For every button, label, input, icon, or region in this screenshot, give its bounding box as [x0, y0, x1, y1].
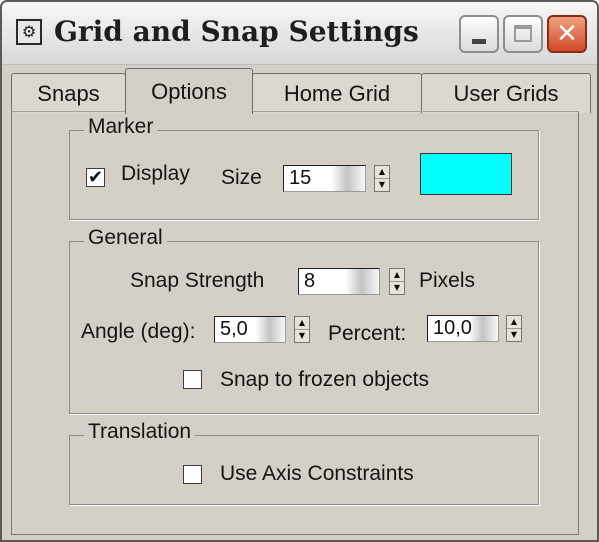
- tab-home-grid[interactable]: Home Grid: [252, 73, 422, 113]
- close-icon: ✕: [556, 19, 578, 49]
- tab-options[interactable]: Options: [125, 68, 253, 114]
- translation-group: Translation Use Axis Constraints: [69, 420, 539, 505]
- spin-up-icon[interactable]: ▲: [390, 269, 404, 282]
- spin-up-icon[interactable]: ▲: [295, 317, 309, 330]
- pixels-label: Pixels: [419, 269, 476, 292]
- tab-snaps[interactable]: Snaps: [11, 73, 126, 113]
- window-title: Grid and Snap Settings: [54, 15, 419, 48]
- display-checkbox[interactable]: ✔: [86, 168, 105, 187]
- title-bar[interactable]: ⚙ Grid and Snap Settings ✕: [2, 2, 597, 65]
- spin-down-icon[interactable]: ▼: [507, 329, 521, 341]
- grid-snap-settings-window: ⚙ Grid and Snap Settings ✕ Snaps Options…: [0, 0, 599, 542]
- snap-strength-label: Snap Strength: [130, 269, 265, 292]
- snap-frozen-label: Snap to frozen objects: [220, 368, 429, 391]
- tab-user-grids[interactable]: User Grids: [421, 73, 591, 113]
- minimize-icon: [472, 39, 486, 44]
- spin-down-icon[interactable]: ▼: [375, 179, 389, 191]
- angle-label: Angle (deg):: [81, 320, 196, 343]
- snap-strength-spinner[interactable]: ▲ ▼: [389, 268, 405, 295]
- translation-legend: Translation: [84, 420, 196, 444]
- percent-input[interactable]: 10,0: [427, 315, 499, 342]
- general-legend: General: [84, 226, 167, 250]
- spin-up-icon[interactable]: ▲: [375, 166, 389, 179]
- angle-spinner[interactable]: ▲ ▼: [294, 316, 310, 343]
- checkmark-icon: ✔: [87, 167, 104, 188]
- tab-strip: Snaps Options Home Grid User Grids: [11, 68, 591, 114]
- minimize-button[interactable]: [459, 15, 499, 53]
- general-group: General Snap Strength 8 ▲ ▼ Pixels Angle…: [69, 226, 539, 414]
- maximize-button[interactable]: [503, 15, 543, 53]
- percent-spinner[interactable]: ▲ ▼: [506, 315, 522, 342]
- size-label: Size: [221, 166, 262, 189]
- marker-color-swatch[interactable]: [420, 153, 512, 195]
- display-label: Display: [121, 162, 190, 185]
- axis-constraints-label: Use Axis Constraints: [220, 462, 414, 485]
- snap-frozen-checkbox[interactable]: [183, 370, 202, 389]
- axis-constraints-checkbox[interactable]: [183, 465, 202, 484]
- size-spinner[interactable]: ▲ ▼: [374, 165, 390, 192]
- size-input[interactable]: 15: [283, 165, 366, 192]
- settings-icon[interactable]: ⚙: [16, 19, 42, 45]
- marker-legend: Marker: [84, 115, 158, 139]
- spin-down-icon[interactable]: ▼: [390, 282, 404, 294]
- spin-down-icon[interactable]: ▼: [295, 330, 309, 342]
- percent-label: Percent:: [328, 322, 407, 345]
- snap-strength-input[interactable]: 8: [298, 268, 380, 295]
- spin-up-icon[interactable]: ▲: [507, 316, 521, 329]
- close-button[interactable]: ✕: [547, 15, 587, 53]
- angle-input[interactable]: 5,0: [214, 316, 286, 343]
- maximize-icon: [514, 25, 532, 42]
- marker-group: Marker ✔ Display Size 15 ▲ ▼: [69, 115, 539, 220]
